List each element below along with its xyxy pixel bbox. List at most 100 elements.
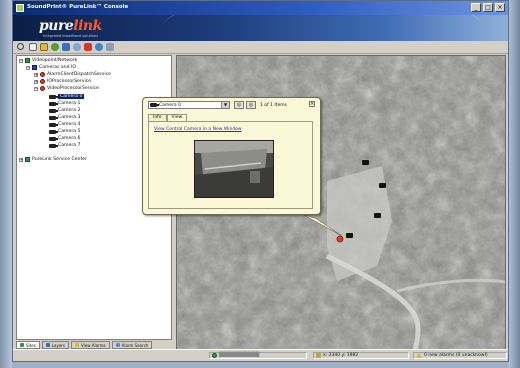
camera-marker-icon[interactable] (362, 160, 369, 165)
locate-button[interactable]: ◎ (246, 101, 256, 109)
tree-item-label: AlarmClientDispatchService (47, 72, 111, 77)
folder-icon[interactable] (40, 43, 48, 51)
camera-icon (49, 94, 58, 99)
maximize-button[interactable]: □ (483, 3, 493, 12)
camera-icon (49, 101, 58, 106)
tree-item-label: IOProcessorService (47, 79, 92, 84)
tree-item-video-service[interactable]: − VideoProcessorService (34, 86, 99, 91)
camera-video-thumbnail[interactable] (194, 140, 274, 198)
globe-icon[interactable] (95, 43, 103, 51)
popup-body: View Control Camera in a New Window (148, 121, 313, 209)
camera-select[interactable]: Camera 0 ▼ (148, 101, 230, 109)
tree-camera-0[interactable]: Camera 0 (49, 94, 85, 99)
window-title: SoundPrint® PureLink™ Console (27, 4, 129, 10)
status-bar: ████████████████ x: 2340 y: 1982 0 new a… (13, 349, 508, 361)
open-icon[interactable] (29, 43, 37, 51)
layers-icon[interactable] (106, 43, 114, 51)
tab-info[interactable]: Info (148, 114, 167, 121)
cameras-io-icon (32, 65, 37, 70)
tab-label: Alarm Search (121, 342, 149, 348)
camera-marker-icon[interactable] (346, 233, 353, 238)
zoom-icon[interactable] (73, 43, 81, 51)
connection-icon (212, 353, 217, 358)
warning-icon (75, 343, 80, 347)
service-icon (40, 72, 45, 77)
network-icon (25, 58, 30, 63)
alarm-status[interactable]: 0 new alarms (0 unacknowl) (413, 352, 507, 359)
tab-view-alarms[interactable]: View Alarms (71, 341, 110, 349)
tree-camera-7[interactable]: Camera 7 (49, 143, 80, 148)
title-bar: SoundPrint® PureLink™ Console _ □ × (13, 1, 508, 15)
search-icon[interactable] (17, 43, 24, 50)
tree-camera-1[interactable]: Camera 1 (49, 101, 80, 106)
camera-icon (49, 136, 58, 141)
camera-label: Camera 5 (58, 129, 81, 134)
camera-label: Camera 7 (58, 143, 81, 148)
popup-tabs: Info View (148, 114, 188, 121)
sites-icon (20, 343, 24, 347)
coordinates-readout: x: 2340 y: 1982 (313, 352, 409, 359)
brand-banner: purelink integrated broadband solutions (13, 15, 508, 41)
tree-item-service-center[interactable]: + PureLink Service Center (19, 157, 87, 162)
camera-label: Camera 3 (58, 115, 81, 120)
app-window: SoundPrint® PureLink™ Console _ □ × pure… (12, 0, 509, 362)
camera-icon (49, 115, 58, 120)
logo-main: pure (39, 18, 74, 34)
camera-icon (49, 129, 58, 134)
collapse-toggle[interactable]: − (34, 86, 38, 91)
minimize-button[interactable]: _ (471, 3, 481, 12)
monitor-bezel-right (508, 0, 520, 368)
tab-view[interactable]: View (166, 114, 188, 121)
select-icon[interactable] (62, 43, 70, 51)
camera-label: Camera 2 (58, 108, 81, 113)
camera-icon (49, 108, 58, 113)
tab-alarm-search[interactable]: Alarm Search (111, 341, 153, 349)
layers-icon (45, 343, 50, 347)
tree-camera-2[interactable]: Camera 2 (49, 108, 80, 113)
zoom-to-button[interactable]: ◎ (234, 101, 244, 109)
close-icon[interactable]: × (309, 101, 315, 107)
pan-icon[interactable] (51, 43, 59, 51)
alarm-label: 0 new alarms (0 unacknowl) (424, 353, 488, 358)
expand-toggle[interactable]: + (19, 157, 23, 162)
stop-icon[interactable] (84, 43, 92, 51)
tab-sites[interactable]: Sites (16, 341, 40, 349)
tree-camera-3[interactable]: Camera 3 (49, 115, 80, 120)
tab-label: Layers (51, 342, 66, 348)
camera-popup: Camera 0 ▼ ◎ ◎ 1 of 1 Items × Info View … (142, 97, 321, 215)
tree-item-alarm-service[interactable]: + AlarmClientDispatchService (34, 72, 111, 77)
tree-root[interactable]: − Videopoint/Network (19, 58, 77, 63)
logo-tagline: integrated broadband solutions (43, 34, 99, 38)
chevron-down-icon[interactable]: ▼ (221, 102, 229, 108)
tree-root-label: Videopoint/Network (32, 58, 78, 63)
tree-item-label: PureLink Service Center (32, 157, 87, 162)
tab-layers[interactable]: Layers (41, 341, 70, 349)
camera-label: Camera 0 (58, 94, 85, 99)
camera-marker-icon[interactable] (379, 183, 386, 188)
toolbar (13, 41, 508, 54)
monitor-bezel-left (0, 0, 12, 368)
tree-camera-6[interactable]: Camera 6 (49, 136, 80, 141)
expand-toggle[interactable]: + (34, 79, 38, 84)
server-status: ████████████████ (209, 352, 307, 359)
tree-camera-5[interactable]: Camera 5 (49, 129, 80, 134)
camera-label: Camera 1 (58, 101, 81, 106)
tree-item-cameras-io[interactable]: − Cameras and IO (26, 65, 76, 70)
camera-label: Camera 4 (58, 122, 81, 127)
camera-label: Camera 6 (58, 136, 81, 141)
service-icon (40, 79, 45, 84)
tree-camera-4[interactable]: Camera 4 (49, 122, 80, 127)
collapse-toggle[interactable]: − (26, 65, 30, 70)
expand-toggle[interactable]: + (34, 72, 38, 77)
close-button[interactable]: × (495, 3, 505, 12)
tree-item-label: VideoProcessorService (47, 86, 99, 91)
banner-swoosh (163, 15, 483, 41)
open-camera-window-link[interactable]: View Control Camera in a New Window (154, 127, 242, 132)
tab-label: View Alarms (81, 342, 106, 348)
tree-item-io-service[interactable]: + IOProcessorService (34, 79, 91, 84)
collapse-toggle[interactable]: − (19, 58, 23, 63)
logo: purelink (39, 18, 102, 34)
camera-select-value: Camera 0 (159, 102, 181, 108)
camera-marker-icon[interactable] (374, 213, 381, 218)
video-frame (195, 141, 273, 197)
